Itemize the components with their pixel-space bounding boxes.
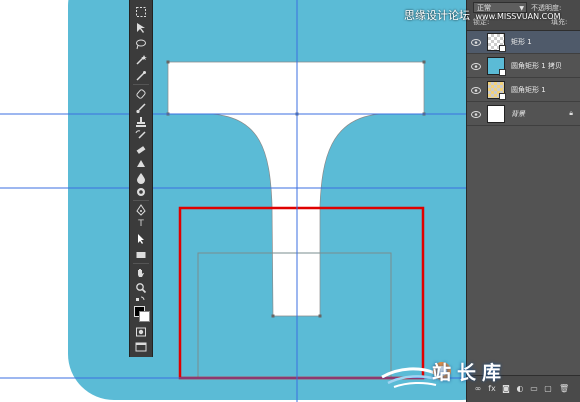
lasso-tool-icon[interactable] — [133, 38, 149, 50]
swap-colors-icon[interactable] — [133, 294, 149, 306]
vector-mask-badge-icon — [499, 45, 506, 52]
lock-icon: 🔒︎ — [569, 109, 573, 117]
blur-tool-icon[interactable] — [133, 172, 149, 184]
eye-icon[interactable] — [470, 36, 482, 48]
eye-icon[interactable] — [470, 84, 482, 96]
layer-rounded-rectangle-1[interactable]: 圆角矩形 1 — [467, 79, 580, 102]
new-group-icon[interactable]: ▭ — [529, 384, 539, 394]
tools-panel: T — [129, 0, 153, 357]
eraser-tool-icon[interactable] — [133, 144, 149, 156]
magic-wand-tool-icon[interactable] — [133, 54, 149, 66]
background-color-swatch[interactable] — [139, 311, 150, 322]
watermark: 思缘设计论坛 www.MISSVUAN.COM — [404, 7, 560, 23]
brush-tool-icon[interactable] — [133, 102, 149, 114]
layer-name: 圆角矩形 1 — [511, 86, 546, 94]
layer-rounded-rectangle-1-copy[interactable]: 圆角矩形 1 拷贝 — [467, 55, 580, 78]
pen-tool-icon[interactable] — [133, 204, 149, 216]
type-tool-icon[interactable]: T — [133, 218, 149, 230]
link-layers-icon[interactable]: ∞ — [473, 384, 483, 394]
layer-name: 背景 — [511, 110, 525, 118]
tool-separator — [133, 200, 149, 201]
eye-icon[interactable] — [470, 108, 482, 120]
path-selection-tool-icon[interactable] — [133, 233, 149, 245]
history-brush-tool-icon[interactable] — [133, 130, 149, 142]
eye-icon[interactable] — [470, 60, 482, 72]
delete-layer-icon[interactable]: 🗑︎ — [559, 384, 569, 394]
gradient-tool-icon[interactable] — [133, 158, 149, 170]
move-tool-icon[interactable] — [133, 22, 149, 34]
screen-mode-icon[interactable] — [133, 341, 149, 353]
watermark-text: 思缘设计论坛 — [404, 9, 470, 22]
adjustment-layer-icon[interactable]: ◐ — [515, 384, 525, 394]
layer-thumbnail — [487, 57, 506, 76]
marquee-tool-icon[interactable] — [133, 6, 149, 18]
vector-mask-badge-icon — [499, 69, 506, 76]
layer-thumbnail — [487, 105, 505, 123]
hand-tool-icon[interactable] — [133, 267, 149, 279]
new-layer-icon[interactable]: ▢ — [543, 384, 553, 394]
tool-separator — [133, 84, 149, 85]
site-logo-text: 站长库 — [432, 362, 508, 384]
layer-style-icon[interactable]: fx — [487, 384, 497, 394]
layer-rectangle-1[interactable]: 矩形 1 — [467, 31, 580, 54]
clone-stamp-tool-icon[interactable] — [133, 116, 149, 128]
add-mask-icon[interactable]: ◙ — [501, 384, 511, 394]
vector-mask-badge-icon — [499, 93, 506, 100]
quick-mask-icon[interactable] — [133, 326, 149, 338]
rectangle-tool-icon[interactable] — [133, 249, 149, 261]
layer-name: 圆角矩形 1 拷贝 — [511, 62, 562, 70]
watermark-site: www.MISSVUAN.COM — [475, 12, 561, 21]
tool-separator — [133, 263, 149, 264]
layer-thumbnail — [487, 81, 506, 100]
healing-brush-tool-icon[interactable] — [133, 88, 149, 100]
layer-name: 矩形 1 — [511, 38, 532, 46]
eyedropper-tool-icon[interactable] — [133, 70, 149, 82]
dodge-tool-icon[interactable] — [133, 186, 149, 198]
layers-panel: 正常 ▼ 不透明度: 锁定: 填充: 矩形 1 圆角矩形 1 拷贝 圆角矩形 1… — [466, 0, 580, 402]
layer-background[interactable]: 背景 🔒︎ — [467, 103, 580, 126]
zoom-tool-icon[interactable] — [133, 282, 149, 294]
layer-thumbnail — [487, 33, 506, 52]
